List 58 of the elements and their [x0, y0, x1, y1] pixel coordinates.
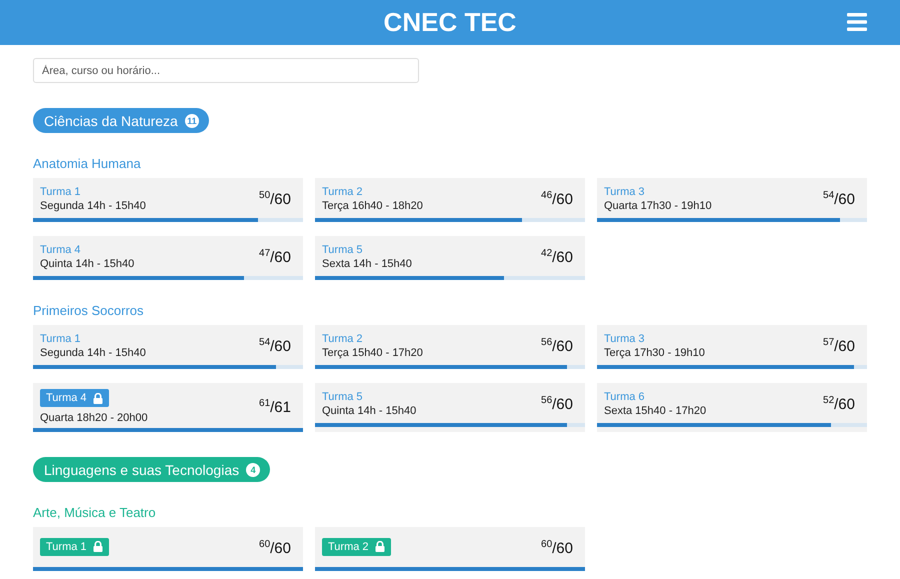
class-badge: Turma 2: [322, 538, 391, 556]
class-card[interactable]: Turma 2 $^{60}$/60: [315, 527, 585, 571]
enrollment-count: $^{56}$/60: [541, 395, 573, 413]
lock-icon: [92, 541, 103, 552]
course-title: Arte, Música e Teatro: [33, 505, 157, 520]
enrollment-count: $^{50}$/60: [259, 190, 291, 208]
class-label: Turma 2: [322, 333, 363, 345]
enrollment-count: $^{46}$/60: [541, 190, 573, 208]
class-schedule: Terça 17h30 - 19h10: [604, 347, 705, 359]
class-schedule: Segunda 14h - 15h40: [40, 200, 146, 212]
class-card[interactable]: Turma 6 Sexta 15h40 - 17h20 $^{52}$/60: [597, 383, 867, 432]
enrollment-count: $^{61}$/61: [259, 398, 291, 416]
enrollment-count: $^{52}$/60: [823, 395, 855, 413]
menu-icon[interactable]: [847, 13, 867, 31]
class-label: Turma 3: [604, 333, 645, 345]
class-card[interactable]: Turma 3 Terça 17h30 - 19h10 $^{57}$/60: [597, 325, 867, 369]
class-schedule: Quarta 18h20 - 20h00: [40, 412, 148, 424]
class-label: Turma 4: [40, 244, 81, 256]
class-card[interactable]: Turma 5 Sexta 14h - 15h40 $^{42}$/60: [315, 236, 585, 280]
class-card[interactable]: Turma 2 Terça 15h40 - 17h20 $^{56}$/60: [315, 325, 585, 369]
app-title: CNEC TEC: [384, 7, 516, 38]
class-schedule: Terça 15h40 - 17h20: [322, 347, 423, 359]
class-label: Turma 3: [604, 186, 645, 198]
class-label: Turma 6: [604, 391, 645, 403]
class-schedule: Quinta 14h - 15h40: [40, 258, 134, 270]
enrollment-count: $^{56}$/60: [541, 337, 573, 355]
class-card[interactable]: Turma 4 Quinta 14h - 15h40 $^{47}$/60: [33, 236, 303, 280]
enrollment-count: $^{57}$/60: [823, 337, 855, 355]
class-schedule: Quarta 17h30 - 19h10: [604, 200, 712, 212]
enrollment-count: $^{47}$/60: [259, 248, 291, 266]
class-card[interactable]: Turma 5 Quinta 14h - 15h40 $^{56}$/60: [315, 383, 585, 432]
class-card[interactable]: Turma 1 $^{60}$/60: [33, 527, 303, 571]
class-label: Turma 5: [322, 244, 363, 256]
class-schedule: Sexta 14h - 15h40: [322, 258, 412, 270]
enrollment-count: $^{60}$/60: [259, 539, 291, 557]
class-label: Turma 1: [40, 186, 81, 198]
enrollment-count: $^{60}$/60: [541, 539, 573, 557]
class-schedule: Terça 16h40 - 18h20: [322, 200, 423, 212]
lock-icon: [374, 541, 385, 552]
class-card[interactable]: Turma 3 Quarta 17h30 - 19h10 $^{54}$/60: [597, 178, 867, 222]
class-badge: Turma 1: [40, 538, 109, 556]
class-schedule: Sexta 15h40 - 17h20: [604, 405, 706, 417]
enrollment-count: $^{54}$/60: [823, 190, 855, 208]
class-card[interactable]: Turma 1 Segunda 14h - 15h40 $^{54}$/60: [33, 325, 303, 369]
class-label: Turma 1: [40, 333, 81, 345]
class-label: Turma 5: [322, 391, 363, 403]
lock-icon: [92, 392, 103, 404]
class-card[interactable]: Turma 2 Terça 16h40 - 18h20 $^{46}$/60: [315, 178, 585, 222]
class-label: Turma 2: [322, 186, 363, 198]
class-badge: Turma 4: [40, 389, 109, 407]
class-schedule: Quinta 14h - 15h40: [322, 405, 416, 417]
course-title: Anatomia Humana: [33, 156, 142, 171]
enrollment-count: $^{54}$/60: [259, 337, 291, 355]
class-card[interactable]: Turma 4 Quarta 18h20 - 20h00 $^{61}$/61: [33, 383, 303, 432]
class-card[interactable]: Turma 1 Segunda 14h - 15h40 $^{50}$/60: [33, 178, 303, 222]
class-schedule: Segunda 14h - 15h40: [40, 347, 146, 359]
course-title: Primeiros Socorros: [33, 303, 145, 318]
enrollment-count: $^{42}$/60: [541, 248, 573, 266]
